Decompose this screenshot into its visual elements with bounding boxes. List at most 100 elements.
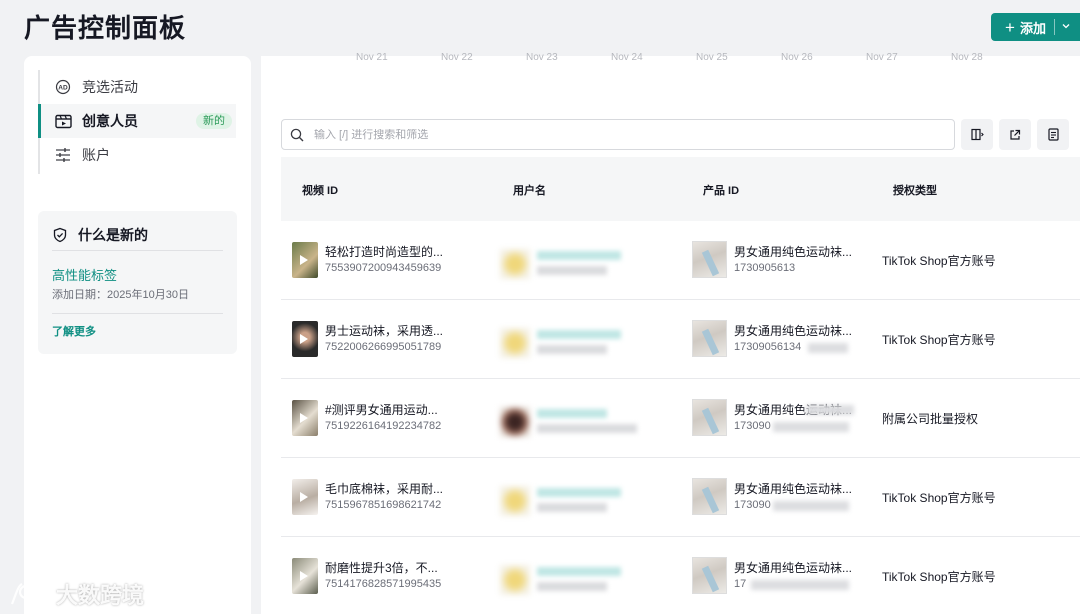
export-icon — [1010, 129, 1021, 140]
sidebar: AD 竞选活动 创意人员 新的 账户 什么是新的 高性能标签 添加日期：2025… — [24, 56, 251, 614]
product-title: 男女通用纯色运动袜... — [734, 324, 853, 338]
product-id: 173090 — [734, 420, 771, 432]
video-thumbnail[interactable] — [292, 400, 318, 436]
creatives-table: 视频 ID 用户名 产品 ID 授权类型 轻松打造时尚造型的... 755390… — [281, 157, 1080, 614]
whats-new-title: 什么是新的 — [78, 227, 148, 243]
product-thumbnail — [692, 320, 727, 357]
video-id: 7522006266995051789 — [325, 341, 442, 353]
sidebar-item-label: 创意人员 — [82, 113, 138, 129]
sidebar-item-label: 账户 — [82, 147, 110, 163]
product-id-redacted — [773, 422, 849, 432]
columns-icon — [970, 128, 984, 141]
product-id-redacted — [773, 501, 849, 511]
username-redacted — [537, 409, 607, 418]
product-id: 173090 — [734, 499, 771, 511]
new-badge: 新的 — [196, 113, 232, 129]
product-thumbnail — [692, 557, 727, 594]
divider — [52, 313, 223, 314]
auth-type: TikTok Shop官方账号 — [882, 491, 996, 505]
table-row[interactable]: 轻松打造时尚造型的... 7553907200943459639 男女通用纯色运… — [281, 221, 1080, 300]
whats-new-heading: 什么是新的 — [52, 225, 148, 245]
product-id: 1730905613 — [734, 262, 796, 274]
product-title-redacted — [806, 405, 854, 415]
sidebar-item-label: 竞选活动 — [82, 79, 138, 95]
add-button[interactable]: + 添加 — [991, 13, 1080, 41]
whats-new-card: 什么是新的 高性能标签 添加日期：2025年10月30日 了解更多 — [38, 211, 237, 354]
user-avatar — [500, 328, 530, 358]
username-redacted — [537, 251, 621, 260]
column-header[interactable]: 授权类型 — [893, 182, 937, 198]
username-redacted — [537, 488, 621, 497]
x-tick-label: Nov 21 — [356, 52, 388, 63]
username-redacted — [537, 567, 621, 576]
auth-type: 附属公司批量授权 — [882, 412, 979, 426]
username-redacted — [537, 330, 621, 339]
username-redacted — [537, 345, 607, 354]
column-header[interactable]: 视频 ID — [302, 182, 338, 198]
column-header[interactable]: 用户名 — [513, 182, 546, 198]
auth-type: TikTok Shop官方账号 — [882, 333, 996, 347]
username-redacted — [537, 266, 607, 275]
play-icon — [300, 571, 308, 581]
product-title: 男女通用纯色运动袜... — [734, 245, 853, 259]
divider — [52, 250, 223, 251]
video-id: 7519226164192234782 — [325, 420, 442, 432]
page-title: 广告控制面板 — [24, 13, 187, 43]
video-title: 轻松打造时尚造型的... — [325, 245, 444, 259]
ad-icon: AD — [54, 78, 72, 96]
table-row[interactable]: #测评男女通用运动... 7519226164192234782 男女通用纯色运… — [281, 379, 1080, 458]
video-thumbnail[interactable] — [292, 558, 318, 594]
table-row[interactable]: 耐磨性提升3倍，不... 7514176828571995435 男女通用纯色运… — [281, 537, 1080, 614]
play-icon — [300, 334, 308, 344]
x-tick-label: Nov 22 — [441, 52, 473, 63]
sliders-icon — [54, 146, 72, 164]
feature-link[interactable]: 高性能标签 — [52, 265, 117, 284]
product-id-redacted — [808, 343, 848, 353]
auth-type: TikTok Shop官方账号 — [882, 254, 996, 268]
username-redacted — [537, 424, 637, 433]
video-title: 耐磨性提升3倍，不... — [325, 561, 438, 575]
watermark-text: 大数跨境 — [56, 583, 145, 608]
sidebar-item-creatives[interactable]: 创意人员 新的 — [38, 104, 236, 138]
add-button-label: 添加 — [1019, 20, 1046, 36]
button-divider — [1054, 19, 1055, 35]
username-redacted — [537, 503, 607, 512]
product-thumbnail — [692, 241, 727, 278]
auth-type: TikTok Shop官方账号 — [882, 570, 996, 584]
video-title: 毛巾底棉袜，采用耐... — [325, 482, 444, 496]
learn-more-link[interactable]: 了解更多 — [52, 323, 96, 339]
user-avatar — [500, 486, 530, 516]
watermark: 大数跨境 — [8, 578, 144, 610]
play-icon — [300, 255, 308, 265]
svg-text:AD: AD — [58, 85, 68, 92]
sidebar-item-account[interactable]: 账户 — [40, 138, 236, 172]
product-id: 17309056134 — [734, 341, 802, 353]
table-row[interactable]: 男士运动袜，采用透... 7522006266995051789 男女通用纯色运… — [281, 300, 1080, 379]
chevron-down-icon[interactable] — [1062, 22, 1070, 30]
document-icon — [1047, 128, 1059, 141]
table-row[interactable]: 毛巾底棉袜，采用耐... 7515967851698621742 男女通用纯色运… — [281, 458, 1080, 537]
columns-button[interactable] — [961, 119, 993, 150]
column-header[interactable]: 产品 ID — [703, 182, 739, 198]
video-id: 7515967851698621742 — [325, 499, 442, 511]
video-thumbnail[interactable] — [292, 242, 318, 278]
video-thumbnail[interactable] — [292, 479, 318, 515]
search-input[interactable] — [314, 128, 914, 141]
user-avatar — [500, 249, 530, 279]
main-panel: Nov 21 Nov 22 Nov 23 Nov 24 Nov 25 Nov 2… — [261, 52, 1080, 614]
x-tick-label: Nov 26 — [781, 52, 813, 63]
export-button[interactable] — [999, 119, 1031, 150]
product-thumbnail — [692, 399, 727, 436]
video-id: 7514176828571995435 — [325, 578, 442, 590]
user-avatar — [500, 407, 530, 437]
search-bar[interactable] — [281, 119, 955, 150]
x-tick-label: Nov 28 — [951, 52, 983, 63]
x-tick-label: Nov 24 — [611, 52, 643, 63]
product-id-redacted — [751, 580, 849, 590]
product-title: 男女通用纯色运动袜... — [734, 561, 853, 575]
username-redacted — [537, 582, 607, 591]
creative-icon — [54, 112, 72, 130]
video-thumbnail[interactable] — [292, 321, 318, 357]
report-button[interactable] — [1037, 119, 1069, 150]
sidebar-item-campaigns[interactable]: AD 竞选活动 — [40, 70, 236, 104]
